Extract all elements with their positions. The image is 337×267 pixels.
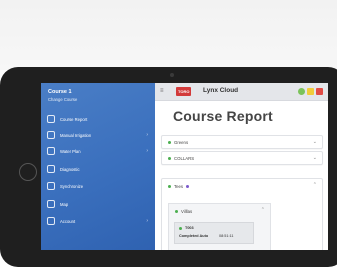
card-row: Tees <box>168 184 190 189</box>
status-dot-icon <box>186 185 190 188</box>
sync-icon <box>47 182 55 190</box>
report-icon <box>47 115 55 123</box>
sidebar-item-label: Map <box>60 201 69 207</box>
app-bar: ≡ TORO Lynx Cloud <box>155 83 328 101</box>
sidebar-item-label: Account <box>60 218 76 224</box>
sidebar: Course 1 Change Course Course Report Man… <box>41 83 155 250</box>
chevron-down-icon: ⌄ <box>312 139 317 145</box>
status-red-icon[interactable] <box>316 88 323 95</box>
sidebar-item-label: Water Plan <box>60 148 81 154</box>
home-button[interactable] <box>19 163 37 181</box>
station-item[interactable]: T003 Completed Auto 08:51:11 <box>174 222 254 244</box>
account-icon <box>47 217 55 225</box>
sidebar-item-account[interactable]: Account › <box>47 215 151 227</box>
diagnostic-icon <box>47 165 55 173</box>
sidebar-item-label: Synchronize <box>60 183 84 189</box>
status-dot-icon <box>168 157 171 160</box>
sidebar-item-synchronize[interactable]: Synchronize <box>47 180 151 192</box>
card-villlas[interactable]: Villlas ⌃ T003 Completed Auto 08:51:11 <box>168 203 271 250</box>
sidebar-item-map[interactable]: Map <box>47 198 151 210</box>
change-course-link[interactable]: Change Course <box>48 97 77 102</box>
sidebar-item-label: Diagnostic <box>60 166 80 172</box>
card-label: Villlas <box>181 209 193 214</box>
irrigation-icon <box>47 131 55 139</box>
status-dot-icon <box>179 227 182 230</box>
chevron-down-icon: ⌄ <box>312 155 317 161</box>
card-row: COLLARS <box>168 156 194 161</box>
status-dot-icon <box>175 210 178 213</box>
sidebar-item-course-report[interactable]: Course Report <box>47 113 151 125</box>
map-icon <box>47 200 55 208</box>
station-id: T003 <box>185 226 194 230</box>
status-yellow-icon[interactable] <box>307 88 314 95</box>
tablet-screen: Course 1 Change Course Course Report Man… <box>41 83 328 250</box>
station-status-label: Completed Auto <box>179 234 209 238</box>
card-greens[interactable]: Greens ⌄ <box>161 135 323 149</box>
sidebar-item-water-plan[interactable]: Water Plan › <box>47 145 151 157</box>
camera-dot <box>170 73 174 77</box>
card-label: Greens <box>174 140 189 145</box>
card-collars[interactable]: COLLARS ⌄ <box>161 151 323 165</box>
chevron-right-icon: › <box>146 218 148 224</box>
course-title: Course 1 <box>48 89 72 95</box>
card-row: Greens <box>168 140 188 145</box>
card-tees[interactable]: Tees ⌃ Villlas ⌃ T003 Completed Auto 08:… <box>161 178 323 250</box>
page-title: Course Report <box>173 108 273 124</box>
background-top <box>0 0 337 70</box>
water-plan-icon <box>47 147 55 155</box>
chevron-right-icon: › <box>146 132 148 138</box>
status-dot-icon <box>168 185 171 188</box>
status-green-icon[interactable] <box>298 88 305 95</box>
station-status-value: 08:51:11 <box>219 234 234 238</box>
app-title: Lynx Cloud <box>203 87 239 94</box>
sidebar-item-label: Course Report <box>60 116 88 122</box>
sidebar-item-manual-irrigation[interactable]: Manual Irrigation › <box>47 129 151 141</box>
status-dot-icon <box>168 141 171 144</box>
card-label: Tees <box>174 184 184 189</box>
brand-badge: TORO <box>176 87 192 96</box>
main-content: ≡ TORO Lynx Cloud Course Report Greens ⌄… <box>155 83 328 250</box>
card-label: COLLARS <box>174 156 195 161</box>
sidebar-item-diagnostic[interactable]: Diagnostic <box>47 163 151 175</box>
chevron-up-icon: ⌃ <box>260 207 265 213</box>
menu-icon[interactable]: ≡ <box>160 88 164 94</box>
card-row: Villlas <box>175 209 192 214</box>
chevron-right-icon: › <box>146 148 148 154</box>
chevron-up-icon: ⌃ <box>312 182 317 188</box>
sidebar-item-label: Manual Irrigation <box>60 132 92 138</box>
